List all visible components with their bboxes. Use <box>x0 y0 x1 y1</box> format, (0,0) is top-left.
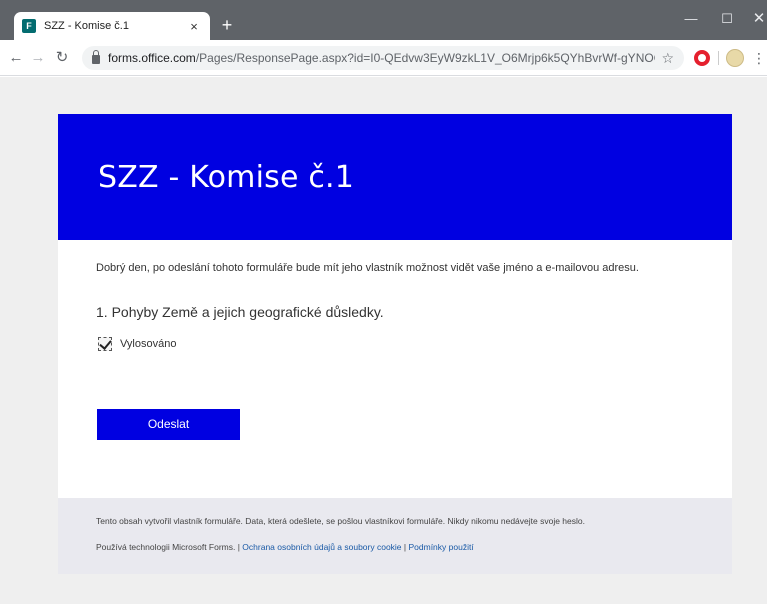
terms-link[interactable]: Podmínky použití <box>408 542 473 552</box>
tab-title: SZZ - Komise č.1 <box>44 20 129 32</box>
footer-links: Používá technologii Microsoft Forms. | O… <box>96 542 474 552</box>
back-arrow-icon[interactable]: ← <box>6 48 26 68</box>
option-vylosovano[interactable]: Vylosováno <box>98 337 176 351</box>
tab-close-icon[interactable]: × <box>186 19 202 34</box>
opera-icon[interactable] <box>694 50 710 66</box>
star-icon[interactable]: ☆ <box>661 50 674 67</box>
form-body: Dobrý den, po odeslání tohoto formuláře … <box>58 240 732 498</box>
address-bar[interactable]: forms.office.com/Pages/ResponsePage.aspx… <box>82 46 684 70</box>
footer-disclaimer: Tento obsah vytvořil vlastník formuláře.… <box>96 516 585 526</box>
url-text[interactable]: forms.office.com/Pages/ResponsePage.aspx… <box>108 51 655 65</box>
url-host: forms.office.com <box>108 51 196 65</box>
option-label: Vylosováno <box>120 338 177 350</box>
avatar-icon[interactable] <box>726 49 744 67</box>
page-background: SZZ - Komise č.1 Dobrý den, po odeslání … <box>0 77 767 604</box>
privacy-notice: Dobrý den, po odeslání tohoto formuláře … <box>96 262 639 274</box>
minimize-icon[interactable]: — <box>676 8 706 30</box>
browser-titlebar: F SZZ - Komise č.1 × + — ☐ ✕ <box>0 0 767 40</box>
submit-button[interactable]: Odeslat <box>97 409 240 440</box>
privacy-link[interactable]: Ochrana osobních údajů a soubory cookie <box>242 542 401 552</box>
lock-icon <box>92 49 100 64</box>
checkbox-checked-icon[interactable] <box>98 337 112 351</box>
toolbar-divider <box>718 51 719 65</box>
menu-dots-icon[interactable]: ⋮ <box>752 48 766 68</box>
forward-arrow-icon[interactable]: → <box>28 48 48 68</box>
new-tab-button[interactable]: + <box>216 15 238 37</box>
powered-by-text: Používá technologii Microsoft Forms. | <box>96 542 243 552</box>
window-close-icon[interactable]: ✕ <box>744 8 767 30</box>
url-path: /Pages/ResponsePage.aspx?id=I0-QEdvw3EyW… <box>195 51 656 65</box>
form-title: SZZ - Komise č.1 <box>98 160 355 195</box>
form-header-banner: SZZ - Komise č.1 <box>58 114 732 240</box>
forms-favicon-icon: F <box>22 19 36 33</box>
form-footer: Tento obsah vytvořil vlastník formuláře.… <box>58 498 732 574</box>
reload-icon[interactable]: ↻ <box>52 48 72 68</box>
browser-tab[interactable]: F SZZ - Komise č.1 × <box>14 12 210 40</box>
question-title: 1. Pohyby Země a jejich geografické důsl… <box>96 304 384 320</box>
maximize-icon[interactable]: ☐ <box>712 8 742 30</box>
browser-toolbar: ← → ↻ forms.office.com/Pages/ResponsePag… <box>0 40 767 76</box>
